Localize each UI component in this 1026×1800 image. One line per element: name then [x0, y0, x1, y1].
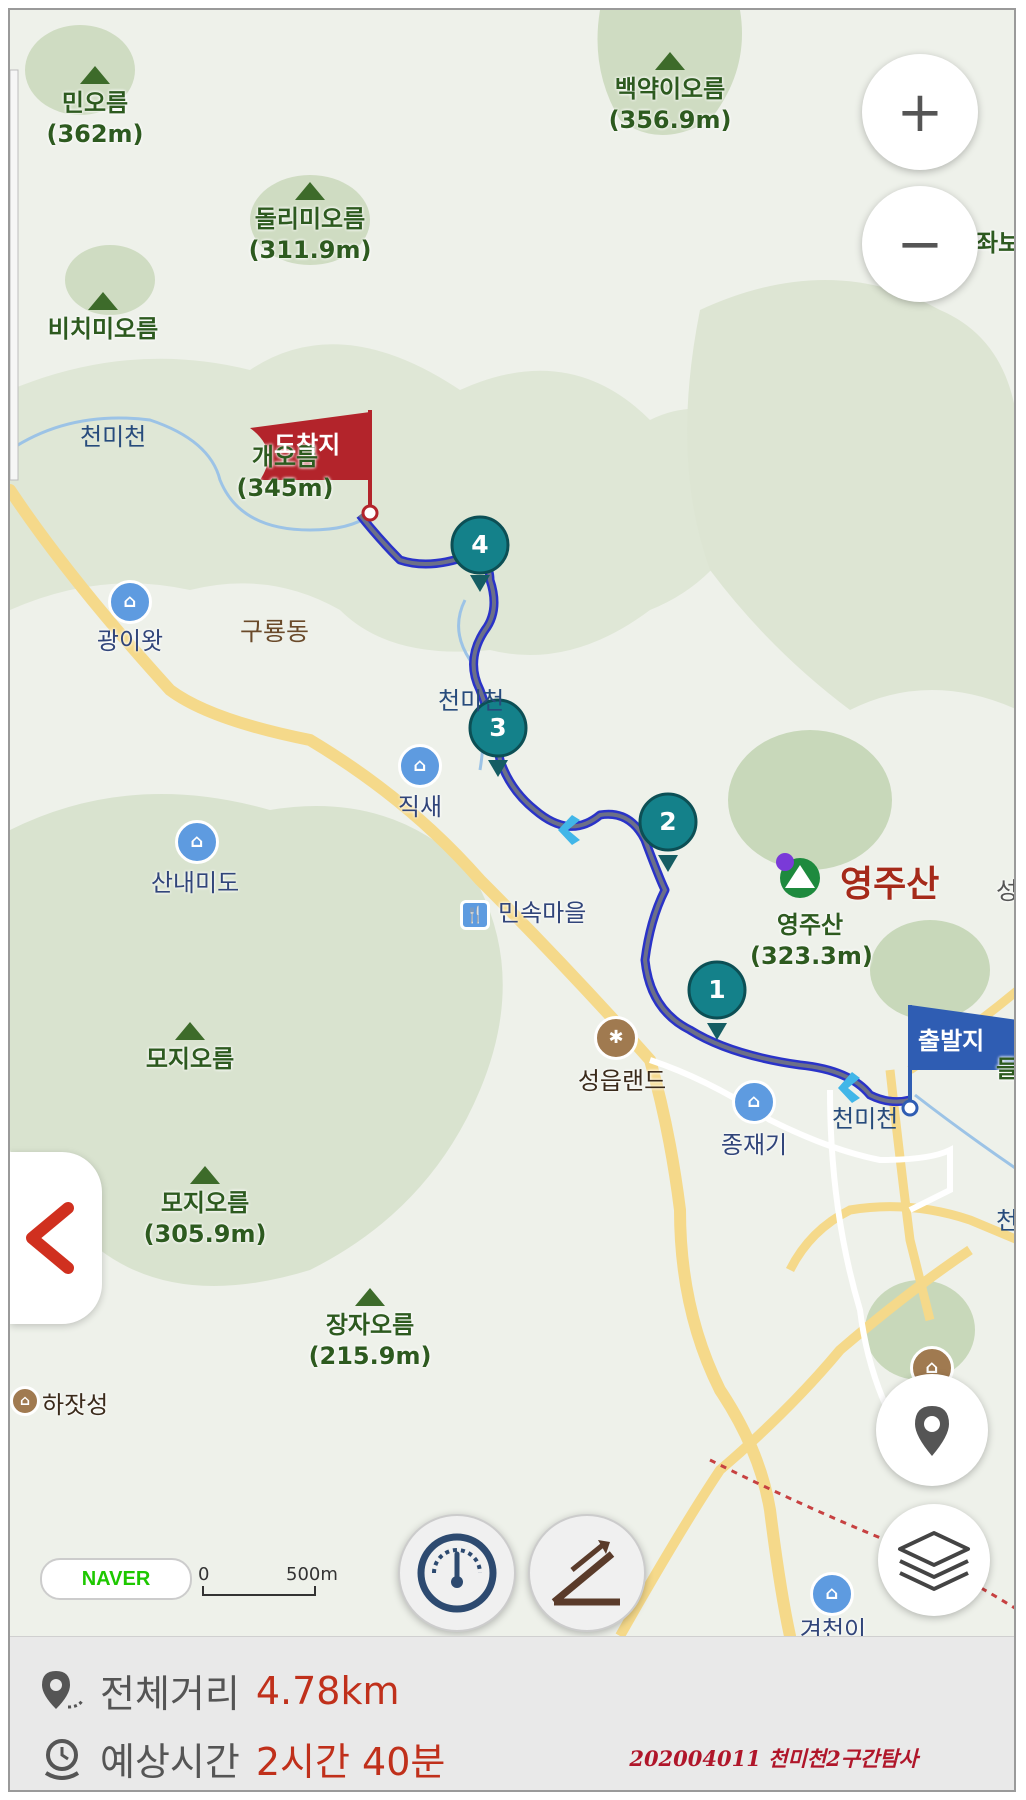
peak-label: 모지오름 (305.9m) — [140, 1166, 270, 1250]
village-icon: ⌂ — [108, 580, 152, 624]
place-label[interactable]: 직새 — [370, 792, 470, 823]
distance-label: 전체거리 — [100, 1672, 240, 1716]
peak-icon — [355, 1288, 385, 1306]
naver-logo: NAVER — [40, 1558, 192, 1600]
layers-icon — [898, 1531, 970, 1591]
peak-label: 백약이오름 (356.9m) — [580, 52, 760, 136]
peak-name: 모지오름 — [160, 1189, 250, 1217]
time-value: 2시간 40분 — [255, 1740, 446, 1784]
zoom-out-button[interactable]: − — [862, 186, 978, 302]
app-frame: 민오름 (362m) 백약이오름 (356.9m) 돌리미오름 (311.9m) 비치… — [8, 8, 1016, 1792]
back-button[interactable] — [10, 1152, 102, 1324]
peak-elevation: (323.3m) — [750, 942, 873, 971]
peak-elevation: (345m) — [236, 474, 334, 503]
end-flag-label: 도착지 — [274, 431, 341, 459]
time-label: 예상시간 — [100, 1740, 240, 1784]
peak-label: 장자오름 (215.9m) — [300, 1288, 440, 1372]
side-handle[interactable] — [10, 69, 19, 481]
place-label[interactable]: 광이왓 — [80, 626, 180, 657]
mountain-name: 영주산 — [840, 864, 940, 905]
peak-label: 비치미오름 — [28, 292, 178, 345]
peak-name: 돌리미오름 — [254, 205, 366, 233]
edge-label: 들 — [996, 1055, 1016, 1083]
peak-name: 민오름 — [61, 89, 129, 117]
distance-value: 4.78km — [255, 1668, 400, 1713]
peak-elevation: (311.9m) — [248, 236, 372, 265]
district-label: 구룡동 — [240, 617, 310, 646]
peak-label: 민오름 (362m) — [30, 66, 160, 150]
peak-label: 모지오름 — [125, 1022, 255, 1075]
start-flag-label: 출발지 — [918, 1027, 985, 1055]
peak-icon — [80, 66, 110, 84]
summit-badge-icon — [776, 853, 794, 871]
slope-button[interactable] — [528, 1514, 646, 1632]
heritage-icon: ⌂ — [10, 1386, 40, 1416]
forest-area — [687, 280, 1014, 710]
peak-name: 모지오름 — [145, 1045, 235, 1073]
time-row: 예상시간 2시간 40분 — [38, 1731, 445, 1786]
naver-logo-text: NAVER — [81, 1567, 151, 1590]
zoom-in-icon: + — [896, 79, 944, 145]
scale-distance: 500m — [286, 1564, 338, 1585]
zoom-out-icon: − — [896, 211, 944, 277]
peak-icon — [88, 292, 118, 310]
distance-row: 전체거리 4.78km — [38, 1663, 399, 1718]
village-icon: ⌂ — [175, 820, 219, 864]
distance-pin-icon — [42, 1670, 84, 1709]
peak-icon — [295, 182, 325, 200]
village-icon: ⌂ — [810, 1572, 854, 1616]
place-label[interactable]: 산내미도 — [135, 868, 255, 899]
slope-icon — [551, 1540, 620, 1606]
village-icon: ⌂ — [732, 1080, 776, 1124]
zoom-in-button[interactable]: + — [862, 54, 978, 170]
mountain-area — [728, 730, 892, 870]
waypoint-number: 3 — [489, 713, 507, 742]
place-label[interactable]: 종재기 — [704, 1130, 804, 1161]
my-location-button[interactable] — [876, 1374, 988, 1486]
restaurant-icon: 🍴 — [460, 900, 490, 930]
peak-name: 장자오름 — [325, 1311, 415, 1339]
start-point — [901, 1099, 919, 1117]
peak-name: 영주산 — [776, 911, 844, 939]
edge-label: 좌보 — [976, 229, 1016, 257]
peak-name: 백약이오름 — [614, 75, 726, 103]
stream-label: 천 — [996, 1207, 1016, 1235]
peak-elevation: (356.9m) — [608, 106, 732, 135]
peak-name: 비치미오름 — [47, 315, 159, 343]
stream-label: 천미천 — [80, 423, 147, 451]
place-label[interactable]: 하잣성 — [42, 1390, 108, 1421]
stream-label: 천미천 — [832, 1105, 899, 1133]
caption-text: 202004011 천미천2구간탐사 — [629, 1746, 918, 1771]
amusement-park-icon: ✱ — [594, 1016, 638, 1060]
end-point — [361, 504, 379, 522]
edge-label: 성 — [996, 877, 1016, 905]
peak-label: 영주산 (323.3m) — [750, 910, 873, 972]
waypoint-number: 2 — [659, 807, 677, 836]
peak-icon — [175, 1022, 205, 1040]
scale-bar: 0 500m — [198, 1564, 338, 1598]
scale-zero: 0 — [198, 1564, 210, 1585]
place-label[interactable]: 성읍랜드 — [562, 1066, 682, 1097]
location-pin-icon — [915, 1406, 949, 1456]
waypoint-number: 4 — [471, 530, 489, 559]
peak-label: 돌리미오름 (311.9m) — [230, 182, 390, 266]
speed-button[interactable] — [398, 1514, 516, 1632]
forest-area — [870, 920, 990, 1020]
peak-icon — [655, 52, 685, 70]
scale-line — [202, 1586, 316, 1596]
back-arrow-icon — [26, 1202, 74, 1274]
village-icon: ⌂ — [398, 744, 442, 788]
waypoint-number: 1 — [708, 975, 726, 1004]
layers-button[interactable] — [878, 1504, 990, 1616]
place-label[interactable]: 겨천이 — [788, 1615, 878, 1636]
peak-elevation: (215.9m) — [308, 1342, 432, 1371]
peak-elevation: (305.9m) — [143, 1220, 267, 1249]
map-view[interactable]: 민오름 (362m) 백약이오름 (356.9m) 돌리미오름 (311.9m) 비치… — [10, 10, 1016, 1636]
place-label[interactable]: 민속마을 — [498, 898, 586, 929]
peak-icon — [190, 1166, 220, 1184]
time-clock-icon — [44, 1738, 80, 1780]
peak-elevation: (362m) — [46, 120, 144, 149]
speedometer-icon — [417, 1533, 497, 1613]
